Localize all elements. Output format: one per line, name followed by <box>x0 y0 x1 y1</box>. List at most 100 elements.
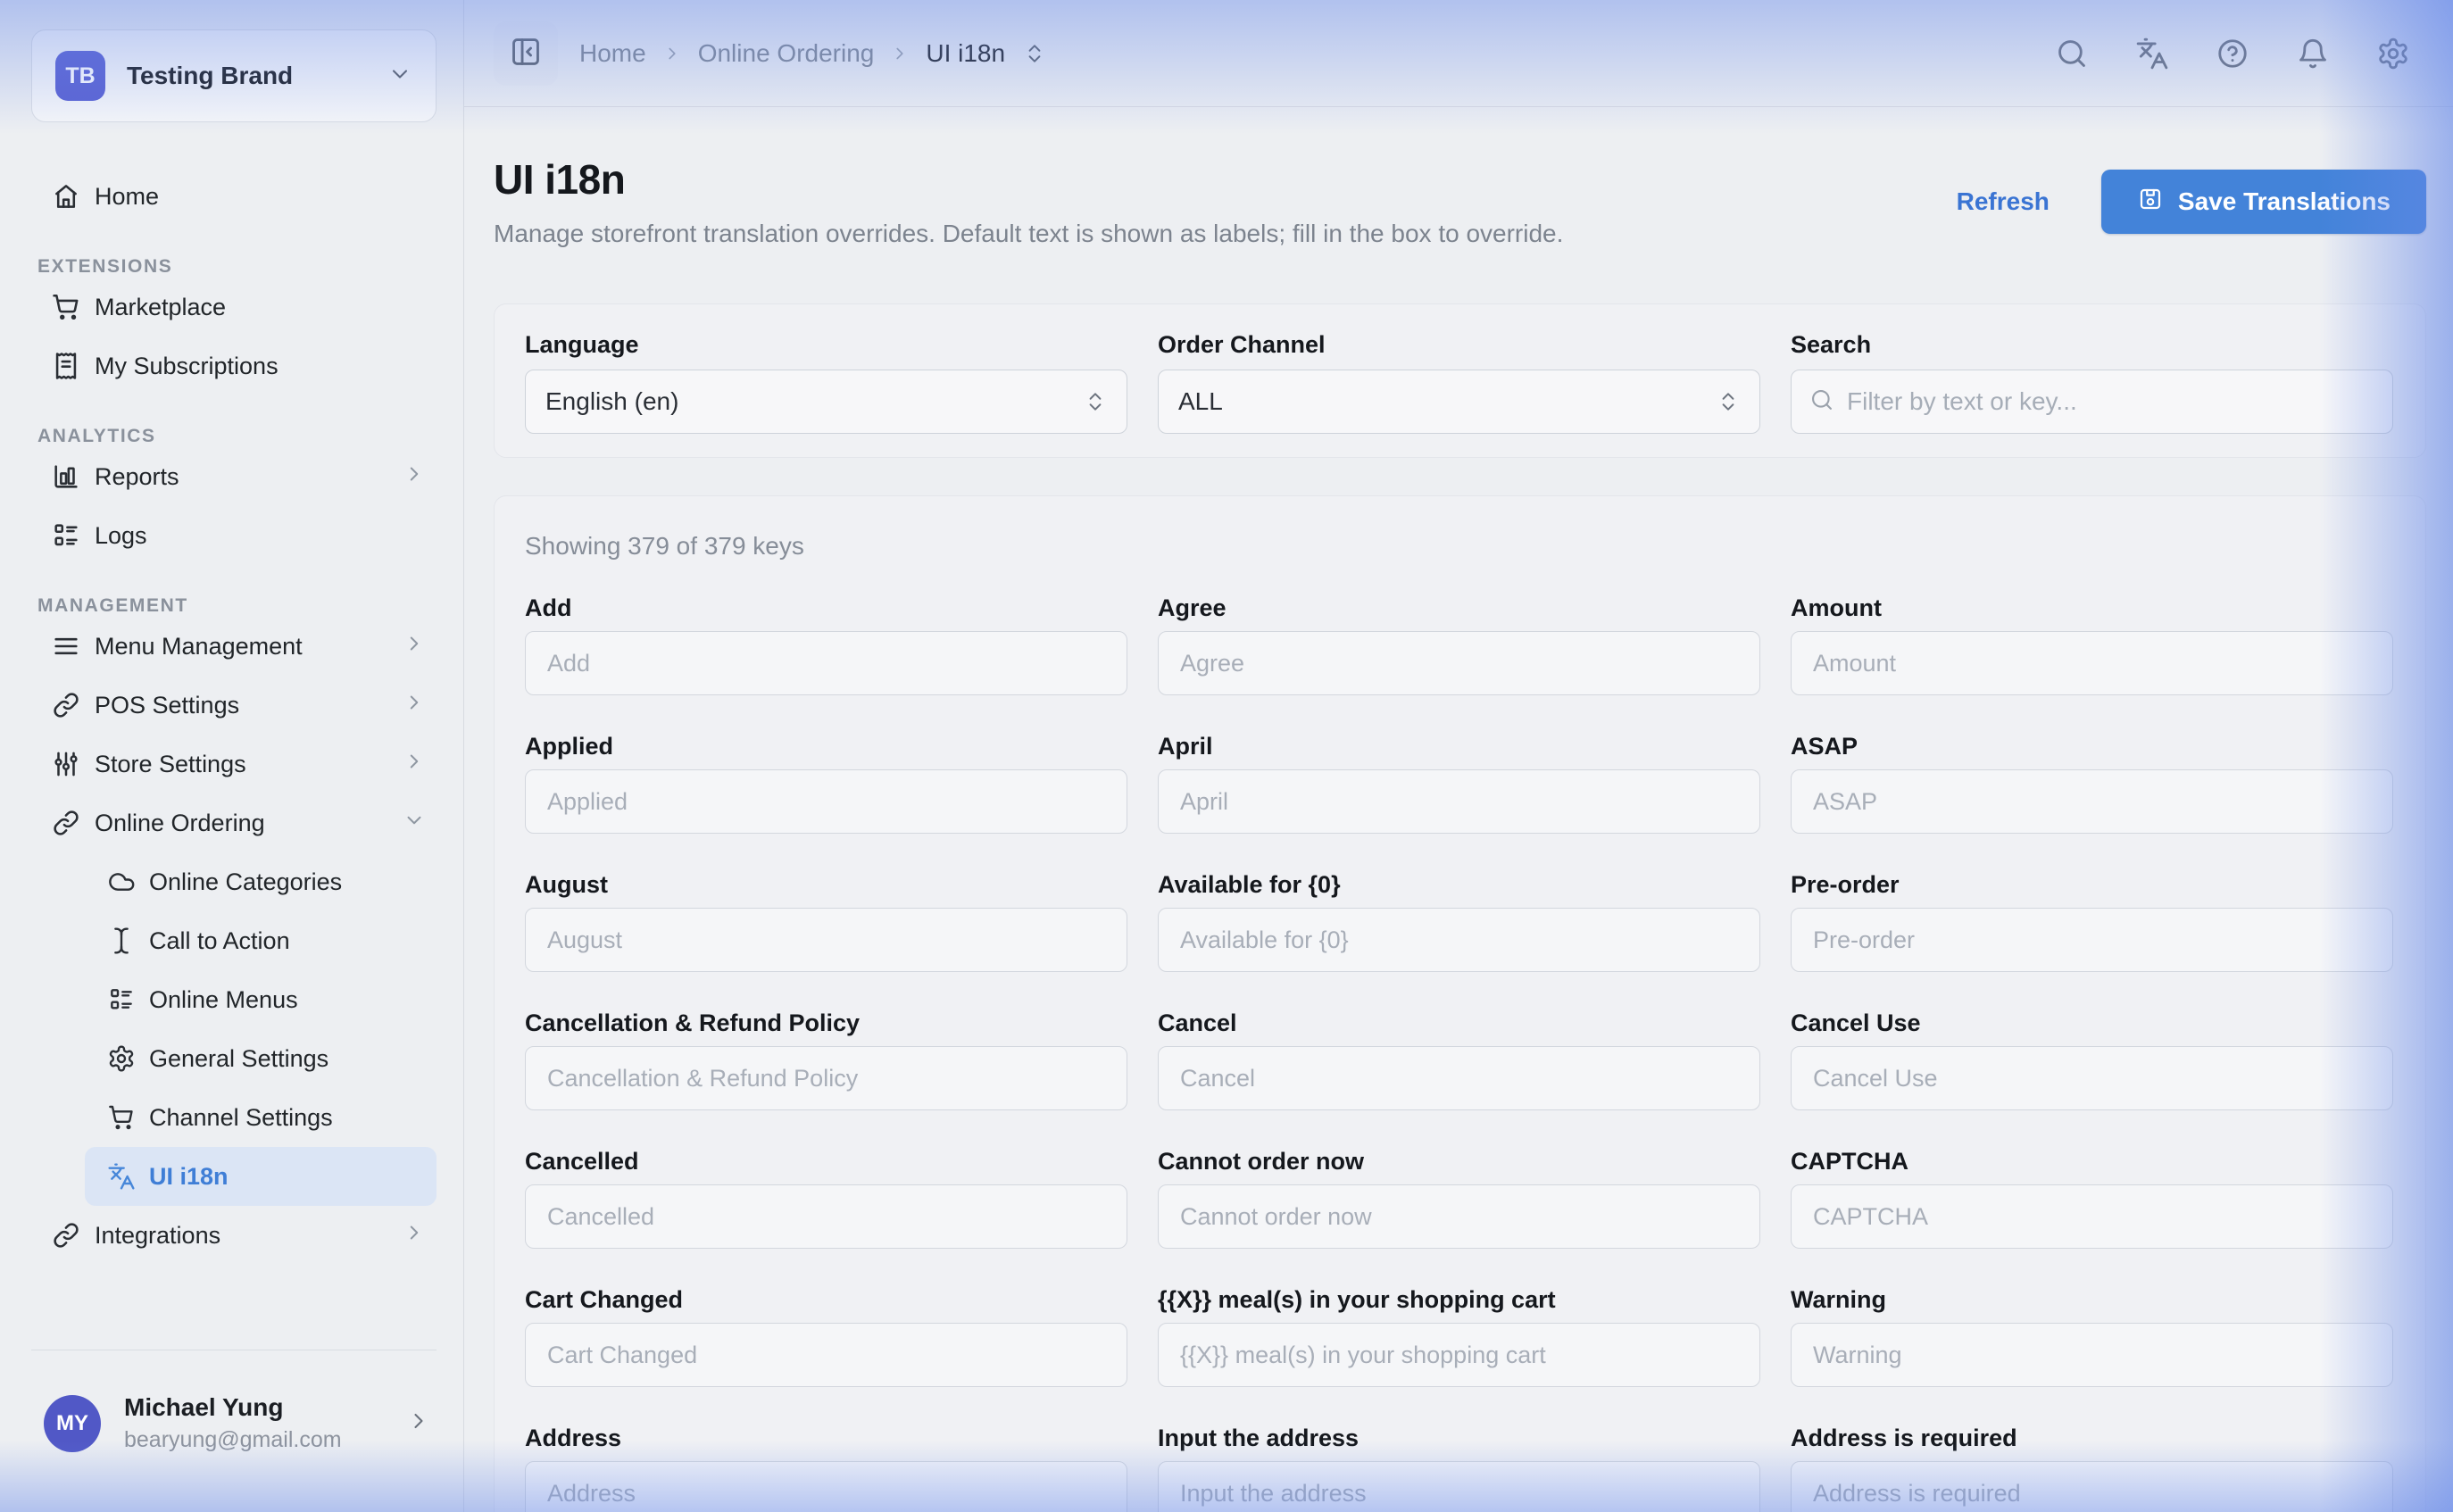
breadcrumb-online-ordering[interactable]: Online Ordering <box>698 39 875 68</box>
translation-input[interactable] <box>1158 1461 1760 1512</box>
sidebar-item-general-settings[interactable]: General Settings <box>85 1029 437 1088</box>
sidebar-item-marketplace[interactable]: Marketplace <box>31 278 437 336</box>
sidebar-item-channel-settings[interactable]: Channel Settings <box>85 1088 437 1147</box>
user-info: Michael Yung bearyung@gmail.com <box>124 1393 342 1453</box>
save-button-label: Save Translations <box>2178 187 2391 216</box>
sidebar-item-online-ordering[interactable]: Online Ordering <box>31 793 437 852</box>
chevrons-up-down-icon[interactable] <box>1023 42 1046 65</box>
translation-input[interactable] <box>1158 631 1760 695</box>
sidebar-item-integrations[interactable]: Integrations <box>31 1206 437 1265</box>
receipt-icon <box>51 351 81 381</box>
chevron-down-icon <box>387 62 412 91</box>
translation-input[interactable] <box>1791 1323 2393 1387</box>
home-icon <box>51 181 81 212</box>
language-select[interactable]: English (en) <box>525 370 1127 434</box>
field-label: Warning <box>1791 1286 2393 1314</box>
field-label: Cancel <box>1158 1009 1760 1037</box>
field-label: Agree <box>1158 594 1760 622</box>
translation-input[interactable] <box>1791 908 2393 972</box>
translation-input[interactable] <box>1791 631 2393 695</box>
sidebar-item-home[interactable]: Home <box>31 167 437 226</box>
translation-field-pre-order: Pre-order <box>1791 871 2393 972</box>
refresh-button[interactable]: Refresh <box>1957 187 2050 216</box>
sidebar-item-label: Reports <box>95 463 179 491</box>
gear-icon <box>107 1044 136 1073</box>
translation-field-add: Add <box>525 594 1127 695</box>
page-subtitle: Manage storefront translation overrides.… <box>494 220 1563 248</box>
link-icon <box>51 1220 81 1250</box>
translation-input[interactable] <box>525 1184 1127 1249</box>
chevron-right-icon <box>890 44 910 63</box>
translation-input[interactable] <box>1158 908 1760 972</box>
topbar: Home Online Ordering UI i18n <box>464 0 2453 107</box>
save-translations-button[interactable]: Save Translations <box>2101 170 2426 234</box>
sidebar-item-my-subscriptions[interactable]: My Subscriptions <box>31 336 437 395</box>
languages-icon[interactable] <box>2135 37 2169 71</box>
translation-field-cancel-use: Cancel Use <box>1791 1009 2393 1110</box>
sidebar-item-label: My Subscriptions <box>95 353 279 380</box>
translation-input[interactable] <box>1158 1323 1760 1387</box>
languages-icon <box>107 1162 136 1191</box>
order-channel-select[interactable]: ALL <box>1158 370 1760 434</box>
search-icon[interactable] <box>2055 37 2089 71</box>
collapse-sidebar-button[interactable] <box>494 21 558 86</box>
translations-card: Showing 379 of 379 keys Add Agree Amount <box>494 495 2426 1512</box>
field-label: CAPTCHA <box>1791 1148 2393 1176</box>
translation-input[interactable] <box>525 1461 1127 1512</box>
field-label: Cancel Use <box>1791 1009 2393 1037</box>
translation-input[interactable] <box>525 908 1127 972</box>
brand-selector[interactable]: TB Testing Brand <box>31 29 437 122</box>
sidebar-item-online-categories[interactable]: Online Categories <box>85 852 437 911</box>
translation-input[interactable] <box>1158 1184 1760 1249</box>
sidebar-item-menu-management[interactable]: Menu Management <box>31 617 437 676</box>
translation-input[interactable] <box>1791 1461 2393 1512</box>
translation-input[interactable] <box>525 1323 1127 1387</box>
translation-input[interactable] <box>1791 1184 2393 1249</box>
user-email: bearyung@gmail.com <box>124 1427 342 1453</box>
translation-input[interactable] <box>1791 1046 2393 1110</box>
user-menu[interactable]: MY Michael Yung bearyung@gmail.com <box>31 1350 437 1512</box>
sidebar-item-logs[interactable]: Logs <box>31 506 437 565</box>
main-area: Home Online Ordering UI i18n <box>464 0 2453 1512</box>
translation-field-meals-in-cart: {{X}} meal(s) in your shopping cart <box>1158 1286 1760 1387</box>
sidebar-item-label: General Settings <box>149 1045 328 1073</box>
translation-field-agree: Agree <box>1158 594 1760 695</box>
translation-field-available-for: Available for {0} <box>1158 871 1760 972</box>
search-box <box>1791 370 2393 434</box>
sidebar-item-store-settings[interactable]: Store Settings <box>31 735 437 793</box>
chevron-right-icon <box>403 750 426 779</box>
translation-input[interactable] <box>525 769 1127 834</box>
field-label: Input the address <box>1158 1425 1760 1452</box>
translation-input[interactable] <box>525 1046 1127 1110</box>
save-icon <box>2137 186 2164 219</box>
filter-card: Language English (en) Order Channel ALL <box>494 303 2426 458</box>
field-label: Available for {0} <box>1158 871 1760 899</box>
translation-field-input-the-address: Input the address <box>1158 1425 1760 1512</box>
translation-input[interactable] <box>1158 769 1760 834</box>
help-icon[interactable] <box>2216 37 2249 71</box>
notifications-icon[interactable] <box>2296 37 2330 71</box>
sliders-icon <box>51 749 81 779</box>
field-label: Pre-order <box>1791 871 2393 899</box>
translation-field-august: August <box>525 871 1127 972</box>
sidebar-item-reports[interactable]: Reports <box>31 447 437 506</box>
settings-icon[interactable] <box>2376 37 2410 71</box>
field-label: Cancelled <box>525 1148 1127 1176</box>
translation-input[interactable] <box>525 631 1127 695</box>
chevron-right-icon <box>403 691 426 720</box>
topbar-actions <box>2055 37 2410 71</box>
text-cursor-icon <box>107 926 136 955</box>
translation-input[interactable] <box>1791 769 2393 834</box>
panel-left-close-icon <box>509 35 543 71</box>
translation-input[interactable] <box>1158 1046 1760 1110</box>
sidebar-item-ui-i18n[interactable]: UI i18n <box>85 1147 437 1206</box>
app-root: TB Testing Brand Home EXTENSIONS Marketp… <box>0 0 2453 1512</box>
sidebar-item-online-menus[interactable]: Online Menus <box>85 970 437 1029</box>
breadcrumb-home[interactable]: Home <box>579 39 646 68</box>
sidebar-item-call-to-action[interactable]: Call to Action <box>85 911 437 970</box>
list-icon <box>107 985 136 1014</box>
chevrons-up-down-icon <box>1717 390 1740 413</box>
sidebar-item-pos-settings[interactable]: POS Settings <box>31 676 437 735</box>
field-label: Address <box>525 1425 1127 1452</box>
search-input[interactable] <box>1847 387 2374 416</box>
